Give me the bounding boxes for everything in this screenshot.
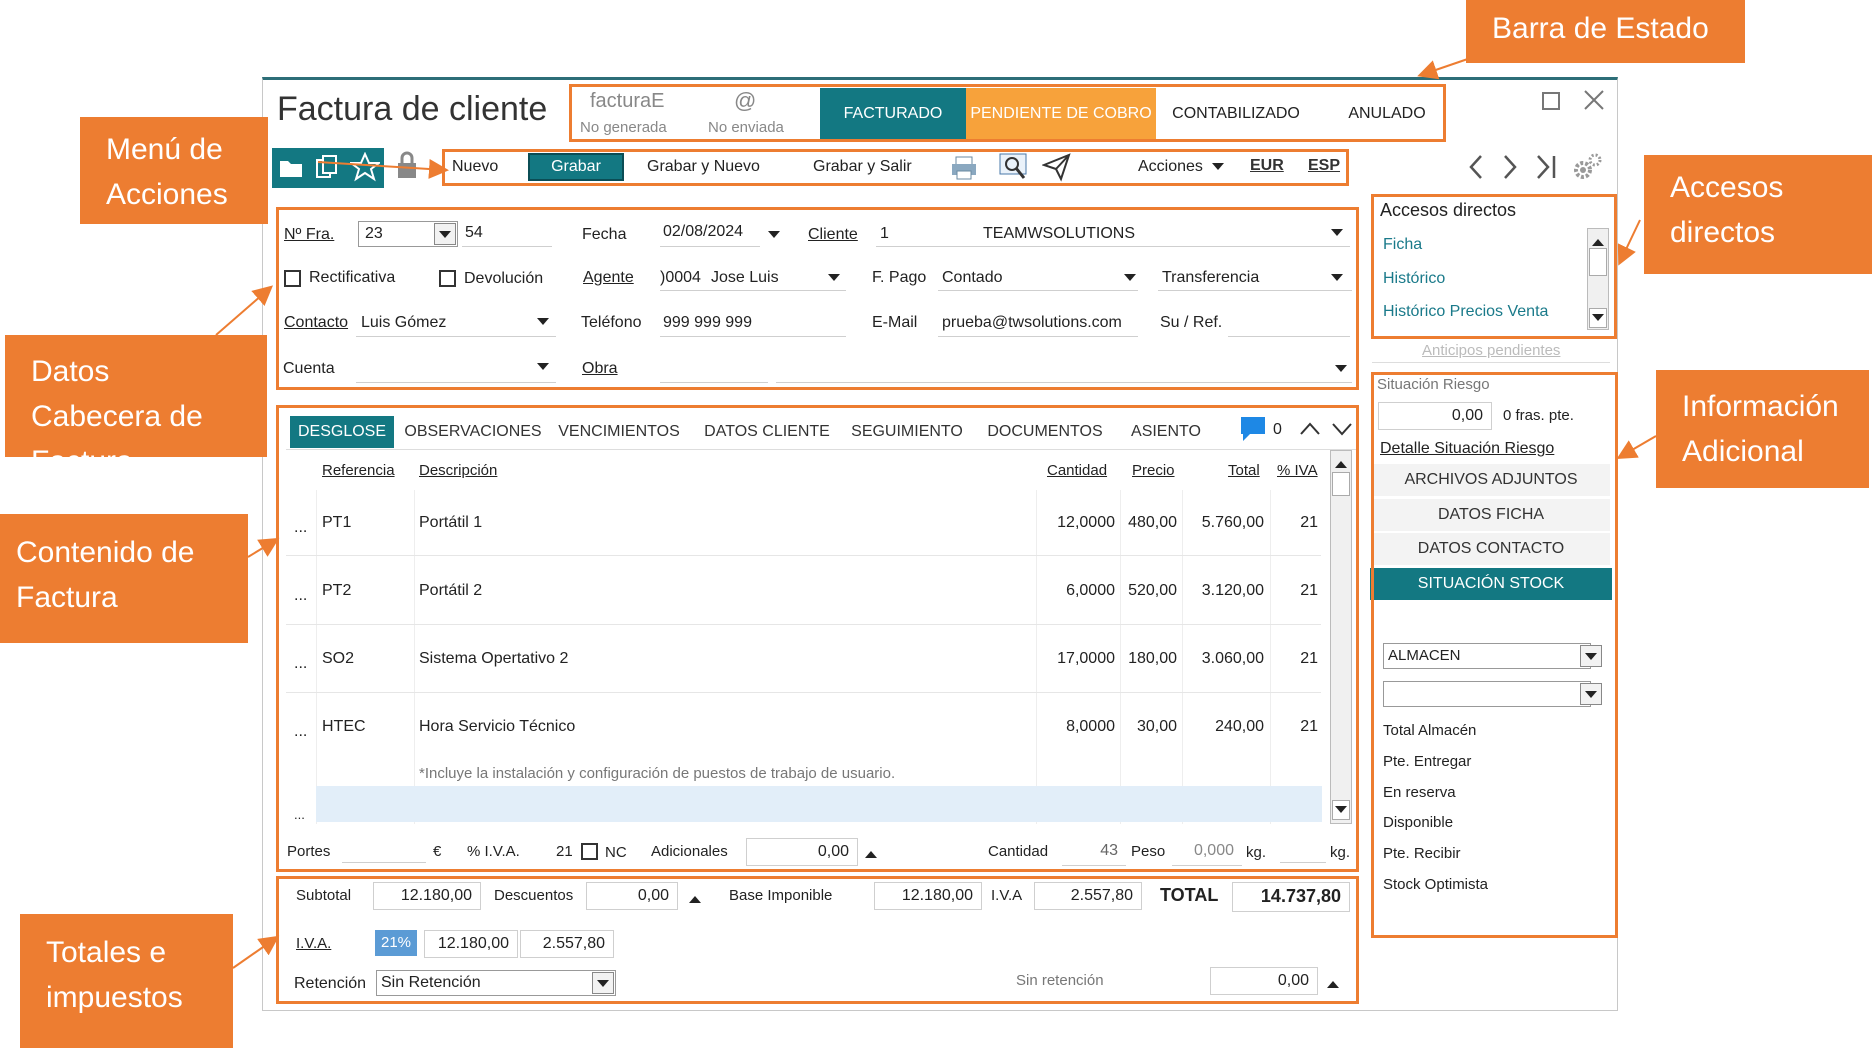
callout-totales-impuestos: Totales e impuestos (20, 914, 233, 1048)
callout-arrows (215, 49, 1657, 969)
callout-datos-cabecera: Datos Cabecera de Factura (5, 335, 267, 478)
callout-contenido-factura: Contenido de Factura (0, 514, 248, 643)
callout-menu-acciones: Menú de Acciones (80, 117, 268, 224)
callout-informacion-adicional: Información Adicional (1656, 370, 1869, 488)
callout-accesos-directos: Accesos directos (1644, 155, 1872, 274)
callout-barra-estado: Barra de Estado (1466, 0, 1745, 63)
